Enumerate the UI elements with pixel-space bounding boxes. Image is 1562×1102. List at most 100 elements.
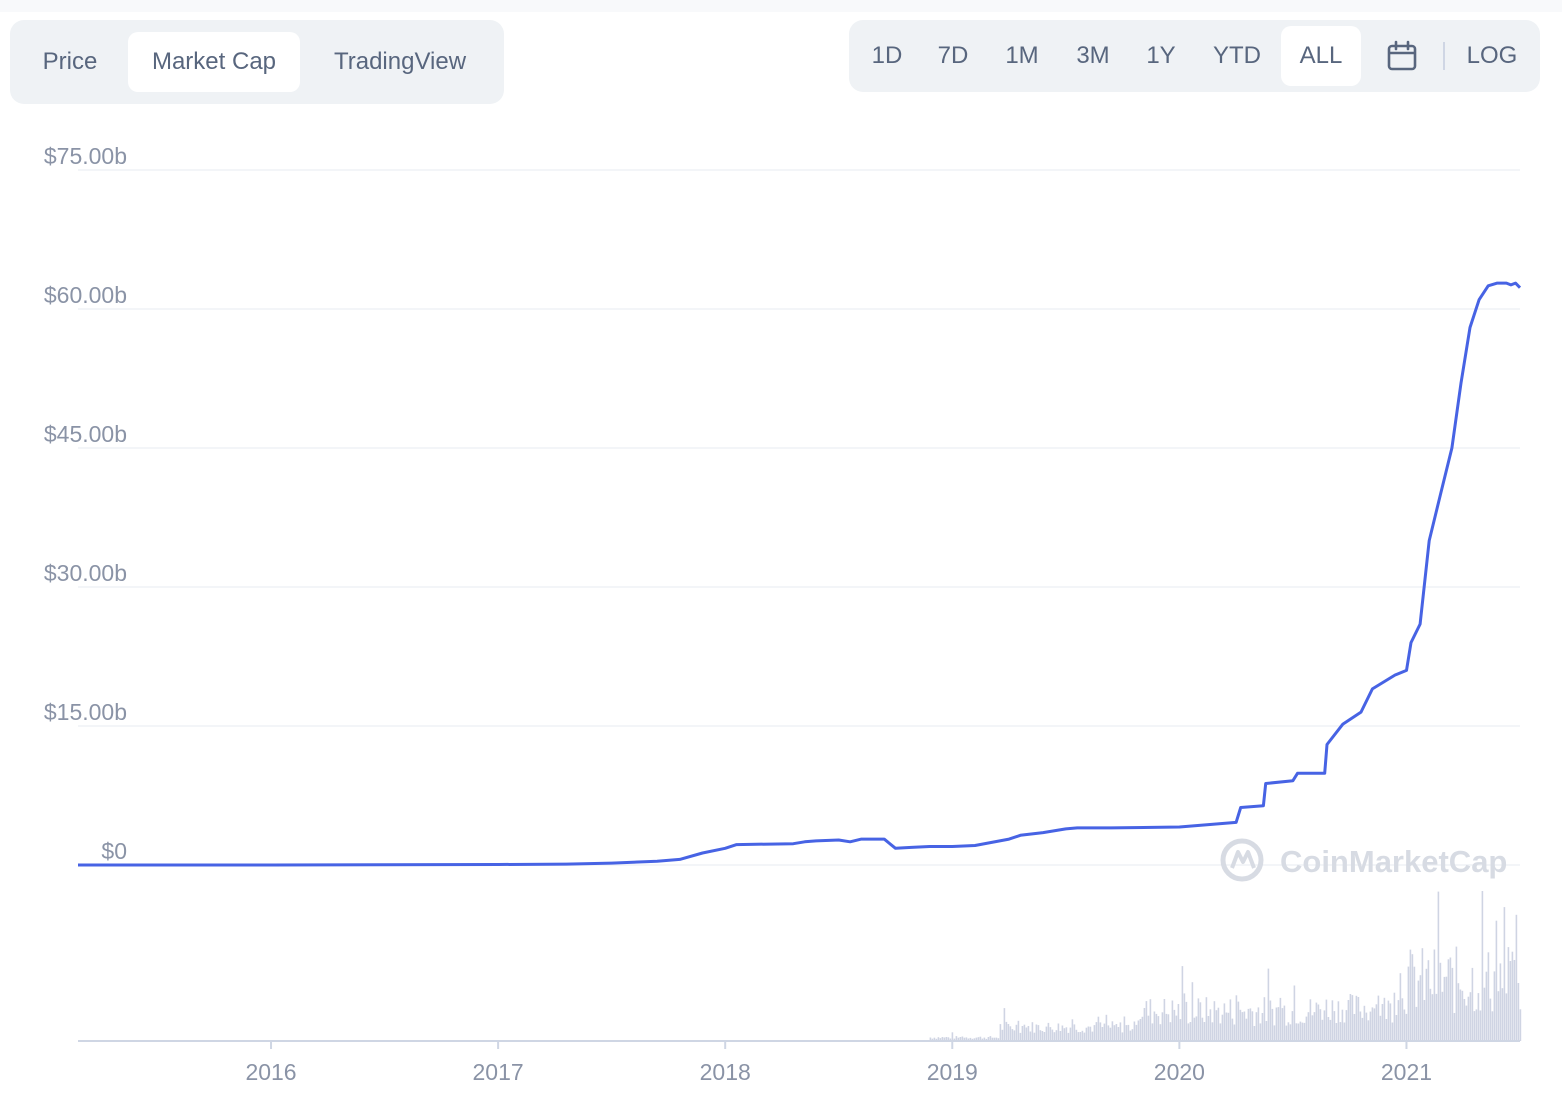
volume-bar (1505, 993, 1508, 1041)
volume-bar (1471, 967, 1474, 1041)
volume-bar (1309, 999, 1312, 1041)
volume-bar (1171, 1000, 1174, 1041)
volume-bar (1221, 1014, 1224, 1041)
volume-bar (1489, 998, 1492, 1041)
volume-bar (1215, 1010, 1218, 1041)
volume-bar (1133, 1021, 1136, 1041)
volume-bar (1455, 946, 1458, 1041)
volume-bar (1121, 1032, 1124, 1041)
volume-bar (1267, 968, 1270, 1041)
volume-bar (1243, 1011, 1246, 1041)
volume-bar (1317, 1004, 1320, 1041)
x-axis-ticks: 2016 2017 2018 2019 2020 2021 (245, 1041, 1432, 1085)
volume-bar (1105, 1014, 1108, 1041)
volume-bar (1161, 1012, 1164, 1041)
x-tick-label: 2018 (700, 1059, 751, 1085)
volume-bar (1137, 1020, 1140, 1041)
volume-bar (1017, 1020, 1020, 1041)
volume-bar (1001, 1029, 1004, 1041)
volume-bar (1321, 1019, 1324, 1041)
volume-bar (1015, 1024, 1018, 1041)
volume-bar (1325, 999, 1328, 1041)
volume-bar (1115, 1024, 1118, 1041)
volume-bar (1421, 948, 1424, 1041)
volume-bar (1287, 1022, 1290, 1041)
volume-bar (1253, 1026, 1256, 1041)
volume-bar (1503, 907, 1506, 1041)
volume-bar (1493, 971, 1496, 1041)
volume-bar (1395, 1015, 1398, 1041)
volume-bar (1391, 1022, 1394, 1041)
volume-bar (1153, 1011, 1156, 1041)
volume-bar (1487, 952, 1490, 1041)
volume-bar (1441, 991, 1444, 1041)
volume-bar (1231, 1018, 1234, 1041)
volume-bar (1261, 1013, 1264, 1041)
volume-bar (1139, 1019, 1142, 1041)
volume-bar (1157, 1016, 1160, 1041)
x-tick-label: 2019 (927, 1059, 978, 1085)
volume-bar (1323, 1010, 1326, 1041)
volume-bar (1275, 1007, 1278, 1041)
volume-bar (1271, 1008, 1274, 1041)
y-axis-ticks: $0 $15.00b $30.00b $45.00b $60.00b $75.00b (44, 143, 127, 864)
volume-bar (1285, 1025, 1288, 1041)
volume-bar (1447, 959, 1450, 1041)
volume-bar (1211, 1022, 1214, 1041)
volume-bar (1031, 1022, 1034, 1041)
volume-bar (1479, 1010, 1482, 1041)
volume-bar (1291, 1011, 1294, 1041)
volume-bar (1361, 1017, 1364, 1041)
volume-bar (1177, 1004, 1180, 1041)
volume-bar (1499, 963, 1502, 1041)
volume-bar (1353, 1014, 1356, 1041)
volume-bar (1313, 1012, 1316, 1041)
volume-bar (1255, 1012, 1258, 1041)
volume-bar (1187, 1023, 1190, 1041)
volume-bar (1367, 1020, 1370, 1041)
volume-bar (1009, 1026, 1012, 1041)
grid-lines (78, 169, 1520, 866)
volume-bar (1293, 985, 1296, 1041)
volume-bar (1237, 1001, 1240, 1041)
volume-bar (1375, 1004, 1378, 1041)
volume-bar (1159, 1024, 1162, 1041)
volume-bar (1131, 1029, 1134, 1041)
volume-bar (1207, 1016, 1210, 1041)
volume-bar (1169, 1022, 1172, 1041)
volume-bar (1175, 1015, 1178, 1041)
volume-bar (1043, 1032, 1046, 1041)
volume-bar (1335, 1023, 1338, 1041)
volume-bar (1111, 1021, 1114, 1041)
volume-bar (1045, 1026, 1048, 1041)
volume-bar (1033, 1032, 1036, 1041)
volume-bar (1035, 1024, 1038, 1041)
volume-bar (1087, 1026, 1090, 1041)
volume-bar (1079, 1032, 1082, 1041)
coinmarketcap-watermark: CoinMarketCap (1220, 838, 1507, 882)
volume-bar (1005, 1021, 1008, 1041)
volume-bar (1339, 1022, 1342, 1041)
volume-bar (1149, 999, 1152, 1041)
volume-bar (1057, 1023, 1060, 1041)
volume-bar (1163, 999, 1166, 1041)
volume-bar (1129, 1030, 1132, 1041)
volume-bar (1069, 1027, 1072, 1041)
volume-bar (1185, 1001, 1188, 1041)
volume-bar (1413, 966, 1416, 1041)
volume-bar (1181, 966, 1184, 1041)
volume-bar (1089, 1026, 1092, 1041)
volume-bar (1107, 1025, 1110, 1041)
volume-bar (1515, 914, 1518, 1041)
volume-bar (1071, 1019, 1074, 1041)
volume-bar (1065, 1027, 1068, 1041)
volume-bar (1373, 1008, 1376, 1041)
volume-bar (1467, 996, 1470, 1041)
volume-bar (1299, 1021, 1302, 1041)
y-tick-label: $45.00b (44, 421, 127, 447)
volume-bar (1465, 1005, 1468, 1041)
volume-bar (1165, 1013, 1168, 1041)
volume-bar (1377, 995, 1380, 1041)
volume-bar (1397, 1000, 1400, 1041)
volume-bar (1423, 1000, 1426, 1041)
